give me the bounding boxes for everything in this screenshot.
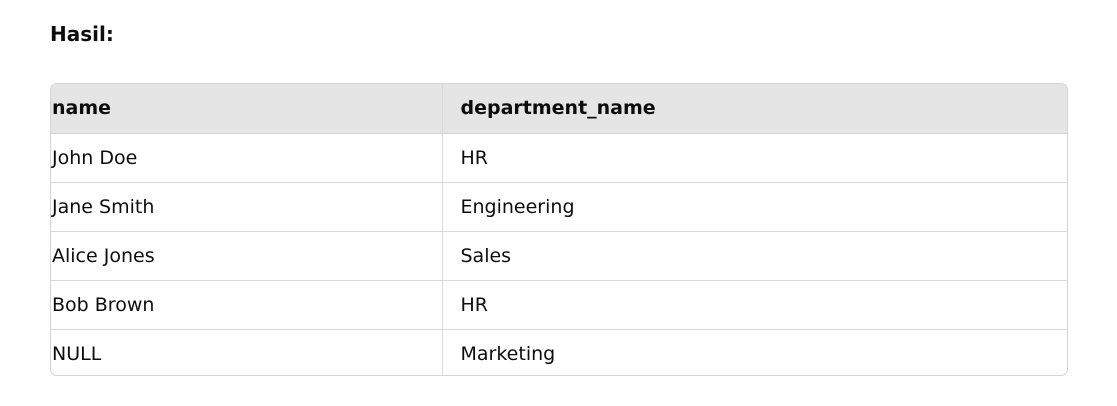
table-header-row: name department_name xyxy=(51,84,1067,134)
cell-department-name: Engineering xyxy=(442,182,1067,232)
cell-department-name: HR xyxy=(442,133,1067,183)
result-table: name department_name John Doe HR Jane Sm… xyxy=(51,84,1067,375)
cell-department-name: HR xyxy=(442,280,1067,330)
cell-department-name: Sales xyxy=(442,231,1067,281)
table-row: Bob Brown HR xyxy=(51,280,1067,330)
table-row: Alice Jones Sales xyxy=(51,231,1067,281)
column-header-name: name xyxy=(51,84,443,134)
cell-name: Bob Brown xyxy=(51,280,443,330)
cell-name: John Doe xyxy=(51,133,443,183)
cell-department-name: Marketing xyxy=(460,342,556,365)
cell-name: Alice Jones xyxy=(51,231,443,281)
table-row: John Doe HR xyxy=(51,133,1067,183)
table-row: Jane Smith Engineering xyxy=(51,182,1067,232)
column-header-department-name: department_name xyxy=(442,84,1067,134)
table-header: name department_name xyxy=(51,84,1067,134)
table-body: John Doe HR Jane Smith Engineering Alice… xyxy=(51,133,1067,375)
cell-name: Jane Smith xyxy=(51,182,443,232)
table-row: NULL Marketing xyxy=(51,329,1067,375)
cell-name: NULL xyxy=(51,329,443,375)
result-table-container: name department_name John Doe HR Jane Sm… xyxy=(50,83,1068,376)
result-heading: Hasil: xyxy=(50,22,114,46)
